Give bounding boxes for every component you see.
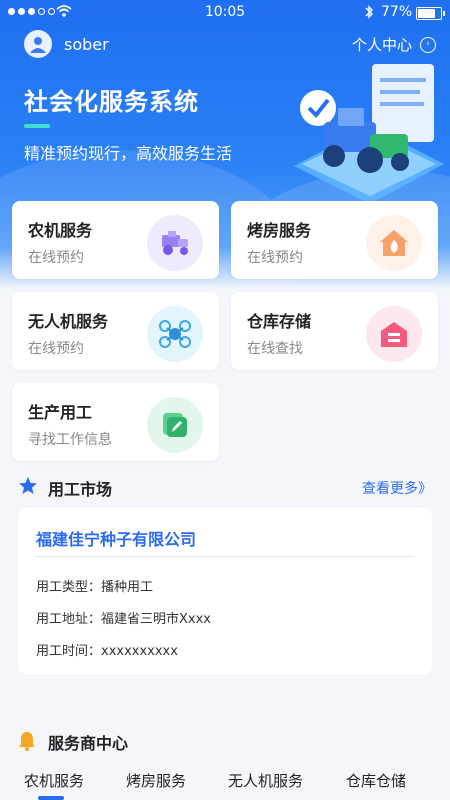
service-subtitle: 在线查找 xyxy=(247,341,303,357)
job-type: 用工类型：播种用工 xyxy=(36,580,154,595)
tractor-icon xyxy=(147,215,203,271)
service-subtitle: 在线预约 xyxy=(28,341,84,357)
section-title: 用工市场 xyxy=(48,480,113,499)
drone-icon xyxy=(147,306,203,362)
active-tab-indicator xyxy=(38,796,64,800)
service-subtitle: 在线预约 xyxy=(247,250,303,266)
job-address: 用工地址：福建省三明市Xxxx xyxy=(36,612,211,627)
avatar[interactable] xyxy=(24,30,52,58)
user-icon xyxy=(30,37,46,53)
service-card-drone[interactable]: 无人机服务 在线预约 xyxy=(12,292,219,370)
provider-tabs: 农机服务 烤房服务 无人机服务 仓库仓储 xyxy=(0,770,450,800)
chevron-right-icon: › xyxy=(420,36,436,53)
job-company: 福建佳宁种子有限公司 xyxy=(36,530,197,549)
tab-warehouse[interactable]: 仓库仓储 xyxy=(346,770,406,791)
page-subtitle: 精准预约现行，高效服务生活 xyxy=(24,144,233,163)
view-more-link[interactable]: 查看更多》 xyxy=(362,478,432,498)
service-title: 烤房服务 xyxy=(247,221,312,240)
service-title: 生产用工 xyxy=(28,403,93,422)
labor-market-header: 用工市场 查看更多》 xyxy=(18,476,432,499)
service-card-curing-barn[interactable]: 烤房服务 在线预约 xyxy=(231,201,438,279)
tab-farm-machinery[interactable]: 农机服务 xyxy=(24,770,84,791)
job-time: 用工时间：xxxxxxxxxx xyxy=(36,644,178,659)
status-bar: 10:05 77% xyxy=(0,0,450,26)
bluetooth-icon xyxy=(365,5,373,19)
personal-center-link[interactable]: 个人中心 › xyxy=(352,34,436,55)
tab-curing-barn[interactable]: 烤房服务 xyxy=(126,770,186,791)
user-profile[interactable]: sober xyxy=(24,30,109,58)
warehouse-icon xyxy=(366,306,422,362)
tractor-illustration-icon xyxy=(294,64,444,204)
divider xyxy=(36,556,414,557)
tab-drone[interactable]: 无人机服务 xyxy=(228,770,303,791)
service-card-farm-machinery[interactable]: 农机服务 在线预约 xyxy=(12,201,219,279)
house-fire-icon xyxy=(366,215,422,271)
bell-icon xyxy=(19,732,35,751)
page-title: 社会化服务系统 xyxy=(24,88,199,116)
personal-center-label: 个人中心 xyxy=(351,36,412,54)
username: sober xyxy=(64,34,109,54)
service-subtitle: 在线预约 xyxy=(28,250,84,266)
service-card-warehouse[interactable]: 仓库存储 在线查找 xyxy=(231,292,438,370)
service-title: 无人机服务 xyxy=(28,312,109,331)
title-underline xyxy=(24,124,50,128)
edit-icon xyxy=(147,397,203,453)
section-title: 服务商中心 xyxy=(48,734,129,753)
service-subtitle: 寻找工作信息 xyxy=(28,432,112,448)
service-title: 农机服务 xyxy=(28,221,93,240)
star-icon xyxy=(19,477,37,494)
service-title: 仓库存储 xyxy=(247,312,312,331)
battery-percent: 77% xyxy=(381,4,413,20)
service-card-labor[interactable]: 生产用工 寻找工作信息 xyxy=(12,383,219,461)
job-card[interactable]: 福建佳宁种子有限公司 用工类型：播种用工 用工地址：福建省三明市Xxxx 用工时… xyxy=(18,508,432,674)
battery-icon xyxy=(416,7,445,20)
